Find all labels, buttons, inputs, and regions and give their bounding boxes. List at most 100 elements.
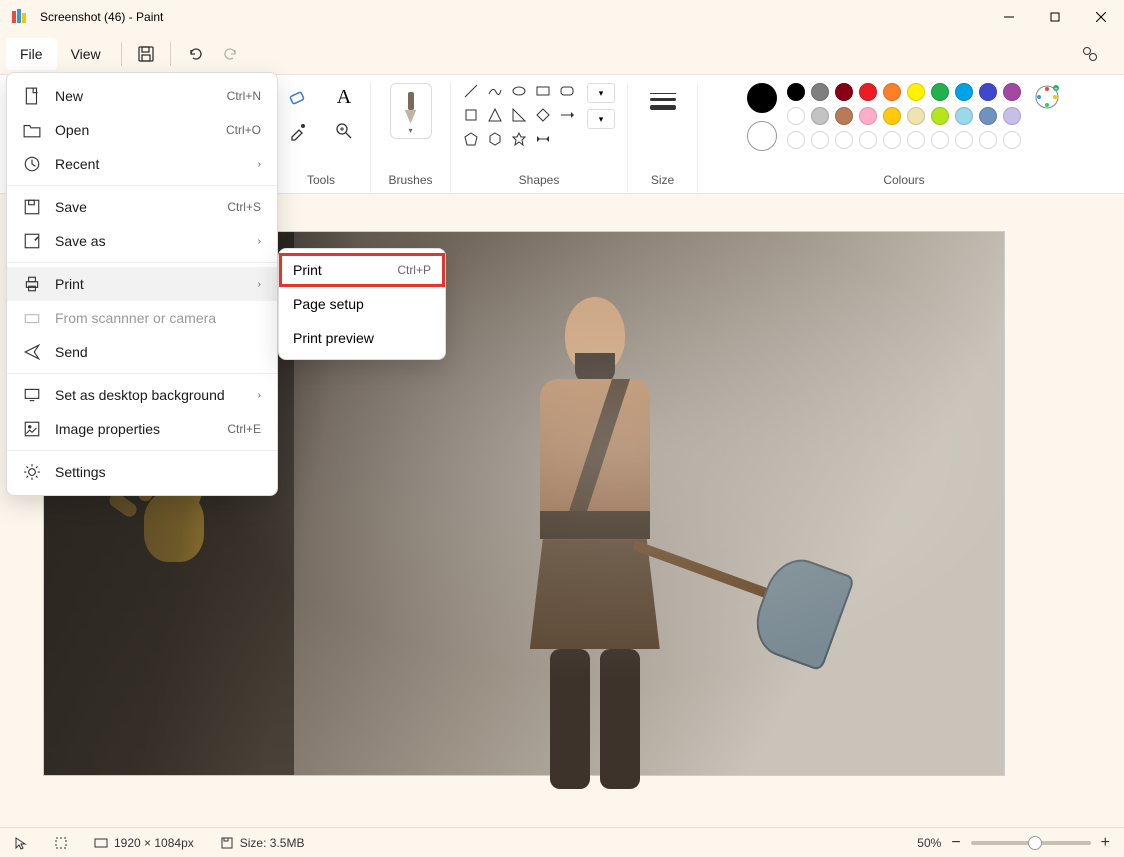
scanner-icon — [23, 309, 41, 327]
zoom-out-button[interactable]: − — [951, 834, 960, 852]
colour-swatch[interactable] — [787, 107, 805, 125]
magnify-tool[interactable] — [330, 117, 358, 145]
colour-swatch[interactable] — [907, 83, 925, 101]
save-as-icon — [23, 232, 41, 250]
zoom-slider[interactable] — [971, 841, 1091, 845]
colour-palette[interactable] — [787, 83, 1023, 151]
colour-swatch[interactable] — [859, 107, 877, 125]
image-content — [505, 297, 685, 717]
app-icon — [10, 7, 30, 27]
file-menu: New Ctrl+N Open Ctrl+O Recent › Save Ctr… — [6, 72, 278, 496]
colour-swatch[interactable] — [835, 131, 853, 149]
shapes-grid[interactable] — [463, 83, 577, 149]
size-label: Size — [651, 173, 674, 187]
colour-swatch[interactable] — [1003, 107, 1021, 125]
file-menu-save-as[interactable]: Save as › — [7, 224, 277, 258]
colour-swatch[interactable] — [859, 131, 877, 149]
ribbon-shapes: ▾ ▾ Shapes — [451, 83, 628, 193]
close-button[interactable] — [1078, 0, 1124, 34]
shape-fill-button[interactable]: ▾ — [587, 109, 615, 129]
zoom-in-button[interactable]: + — [1101, 834, 1110, 852]
colour-swatch[interactable] — [979, 131, 997, 149]
colour-swatch[interactable] — [811, 83, 829, 101]
colour-swatch[interactable] — [883, 107, 901, 125]
minimize-button[interactable] — [986, 0, 1032, 34]
separator — [7, 450, 277, 451]
colour-primary[interactable] — [747, 83, 777, 113]
file-menu-properties[interactable]: Image properties Ctrl+E — [7, 412, 277, 446]
menu-file[interactable]: File — [6, 38, 57, 70]
colour-swatch[interactable] — [859, 83, 877, 101]
colour-swatch[interactable] — [1003, 83, 1021, 101]
colour-swatch[interactable] — [907, 107, 925, 125]
file-menu-print[interactable]: Print › — [7, 267, 277, 301]
print-submenu-print[interactable]: Print Ctrl+P — [279, 253, 445, 287]
file-menu-new[interactable]: New Ctrl+N — [7, 79, 277, 113]
colour-swatch[interactable] — [931, 83, 949, 101]
size-selector[interactable] — [645, 83, 681, 119]
chevron-down-icon: ▾ — [408, 126, 412, 135]
separator — [7, 185, 277, 186]
file-menu-settings[interactable]: Settings — [7, 455, 277, 489]
edit-colours-button[interactable]: + — [1033, 83, 1061, 111]
colour-swatch[interactable] — [1003, 131, 1021, 149]
colour-swatch[interactable] — [931, 107, 949, 125]
selection-indicator — [54, 836, 68, 850]
picker-tool[interactable] — [284, 117, 312, 145]
titlebar: Screenshot (46) - Paint — [0, 0, 1124, 34]
statusbar: 1920 × 1084px Size: 3.5MB 50% − + — [0, 827, 1124, 857]
new-icon — [23, 87, 41, 105]
redo-icon[interactable] — [213, 36, 249, 72]
ribbon-brushes: ▾ Brushes — [371, 83, 451, 193]
filesize-indicator: Size: 3.5MB — [220, 836, 305, 850]
colour-swatch[interactable] — [835, 107, 853, 125]
colour-swatch[interactable] — [955, 83, 973, 101]
zoom-level: 50% — [917, 836, 941, 850]
ribbon-size: Size — [628, 83, 698, 193]
undo-icon[interactable] — [177, 36, 213, 72]
chevron-right-icon: › — [258, 279, 261, 290]
settings-icon[interactable] — [1072, 36, 1108, 72]
colours-label: Colours — [883, 173, 924, 187]
print-icon — [23, 275, 41, 293]
print-submenu-page-setup[interactable]: Page setup — [279, 287, 445, 321]
colour-swatch[interactable] — [811, 107, 829, 125]
maximize-button[interactable] — [1032, 0, 1078, 34]
colour-swatch[interactable] — [955, 131, 973, 149]
text-tool[interactable]: A — [330, 83, 358, 111]
shape-outline-button[interactable]: ▾ — [587, 83, 615, 103]
eraser-tool[interactable] — [284, 83, 312, 111]
file-menu-open[interactable]: Open Ctrl+O — [7, 113, 277, 147]
colour-swatch[interactable] — [787, 83, 805, 101]
chevron-right-icon: › — [258, 236, 261, 247]
colour-swatch[interactable] — [883, 131, 901, 149]
colour-swatch[interactable] — [811, 131, 829, 149]
colour-swatch[interactable] — [835, 83, 853, 101]
colour-swatch[interactable] — [955, 107, 973, 125]
menubar: File View — [0, 34, 1124, 74]
colour-swatch[interactable] — [787, 131, 805, 149]
window-title: Screenshot (46) - Paint — [40, 10, 163, 24]
colour-swatch[interactable] — [979, 107, 997, 125]
dimensions-indicator: 1920 × 1084px — [94, 836, 194, 850]
file-menu-send[interactable]: Send — [7, 335, 277, 369]
brushes-label: Brushes — [388, 173, 432, 187]
save-icon[interactable] — [128, 36, 164, 72]
colour-swatch[interactable] — [883, 83, 901, 101]
file-menu-desktop[interactable]: Set as desktop background › — [7, 378, 277, 412]
divider — [170, 42, 171, 66]
colour-secondary[interactable] — [747, 121, 777, 151]
chevron-right-icon: › — [258, 390, 261, 401]
ribbon-colours: + Colours — [698, 83, 1110, 193]
brush-selector[interactable]: ▾ — [390, 83, 432, 139]
file-menu-save[interactable]: Save Ctrl+S — [7, 190, 277, 224]
menu-view[interactable]: View — [57, 38, 115, 70]
send-icon — [23, 343, 41, 361]
colour-swatch[interactable] — [979, 83, 997, 101]
open-icon — [23, 121, 41, 139]
print-submenu-preview[interactable]: Print preview — [279, 321, 445, 355]
file-menu-recent[interactable]: Recent › — [7, 147, 277, 181]
colour-swatch[interactable] — [931, 131, 949, 149]
colour-swatch[interactable] — [907, 131, 925, 149]
shapes-label: Shapes — [519, 173, 560, 187]
